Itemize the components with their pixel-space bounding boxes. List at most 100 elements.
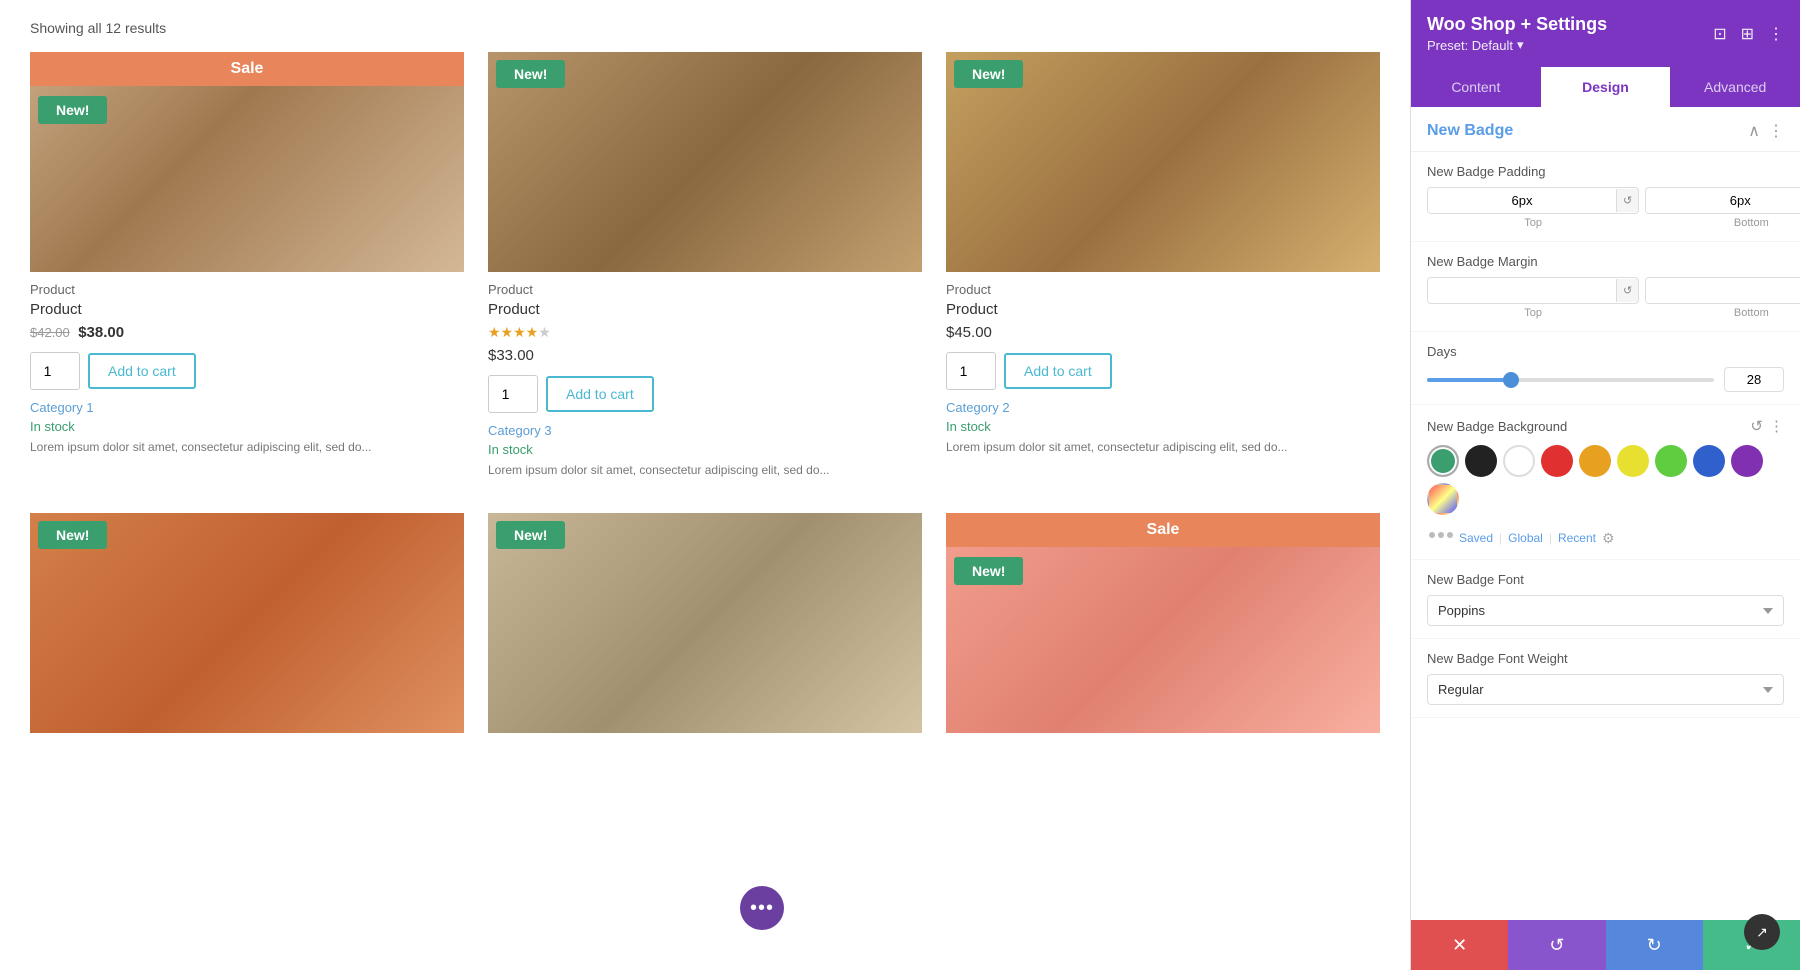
panel-icon-more[interactable]: ⋮ (1768, 24, 1784, 44)
new-badge-4: New! (38, 521, 107, 549)
color-tab-saved[interactable]: Saved (1453, 529, 1499, 547)
padding-bottom-input[interactable] (1646, 188, 1800, 213)
in-stock-2: In stock (488, 442, 922, 457)
panel-preset[interactable]: Preset: Default ▾ (1427, 37, 1607, 53)
tab-content[interactable]: Content (1411, 67, 1541, 107)
tab-design[interactable]: Design (1541, 67, 1671, 107)
cancel-button[interactable]: ✕ (1411, 920, 1508, 970)
days-slider[interactable] (1427, 378, 1714, 382)
undo-button[interactable]: ↺ (1508, 920, 1605, 970)
category-link-2[interactable]: Category 3 (488, 423, 922, 438)
price-3: $45.00 (946, 324, 992, 341)
font-select[interactable]: Poppins Open Sans Roboto Lato Montserrat (1427, 595, 1784, 626)
in-stock-1: In stock (30, 419, 464, 434)
add-to-cart-btn-1[interactable]: Add to cart (88, 353, 196, 389)
padding-top-input-row: ↺ (1427, 187, 1639, 214)
margin-top-input[interactable] (1428, 278, 1616, 303)
section-collapse-icon[interactable]: ∧ (1748, 121, 1760, 141)
new-badge-section-header: New Badge ∧ ⋮ (1411, 107, 1800, 152)
description-2: Lorem ipsum dolor sit amet, consectetur … (488, 461, 922, 479)
add-to-cart-btn-3[interactable]: Add to cart (1004, 353, 1112, 389)
swatch-blue[interactable] (1693, 445, 1725, 477)
cancel-icon: ✕ (1452, 935, 1467, 956)
category-link-3[interactable]: Category 2 (946, 400, 1380, 415)
new-badge-padding-group: New Badge Padding ↺ Top ↺ Bottom (1411, 152, 1800, 242)
dot-2 (1438, 532, 1444, 538)
color-settings-icon[interactable]: ⚙ (1602, 530, 1615, 547)
dot-1 (1429, 532, 1435, 538)
swatch-green[interactable] (1427, 445, 1459, 477)
redo-button[interactable]: ↻ (1606, 920, 1703, 970)
add-to-cart-btn-2[interactable]: Add to cart (546, 376, 654, 412)
new-badge-6: New! (954, 557, 1023, 585)
qty-input-2[interactable] (488, 375, 538, 413)
price-wrap-1: $42.00 $38.00 (30, 324, 464, 342)
floating-menu-dots: ••• (750, 897, 774, 920)
panel-actions: ✕ ↺ ↻ ✓ (1411, 920, 1800, 970)
product-image-5: New! (488, 513, 922, 733)
swatch-gradient[interactable] (1427, 483, 1459, 515)
results-count: Showing all 12 results (30, 20, 1380, 36)
font-weight-select[interactable]: Regular Bold Italic Light (1427, 674, 1784, 705)
margin-inputs: ↺ Top ↺ Bottom ↺ Left (1427, 277, 1784, 319)
floating-menu-button[interactable]: ••• (740, 886, 784, 930)
swatch-orange[interactable] (1579, 445, 1611, 477)
add-to-cart-row-2: Add to cart (488, 375, 922, 413)
price-wrap-2: $33.00 (488, 347, 922, 365)
section-more-icon[interactable]: ⋮ (1768, 121, 1784, 141)
qty-input-3[interactable] (946, 352, 996, 390)
new-badge-margin-group: New Badge Margin ↺ Top ↺ Bottom (1411, 242, 1800, 332)
padding-top-input[interactable] (1428, 188, 1616, 213)
color-reset-icon[interactable]: ↺ (1750, 417, 1763, 435)
color-tab-recent[interactable]: Recent (1552, 529, 1602, 547)
product-card-2: New! Product Product ★★★★★ $33.00 Add to… (488, 52, 922, 489)
swatch-yellow[interactable] (1617, 445, 1649, 477)
panel-header-left: Woo Shop + Settings Preset: Default ▾ (1427, 14, 1607, 53)
settings-panel: Woo Shop + Settings Preset: Default ▾ ⊡ … (1410, 0, 1800, 970)
qty-input-1[interactable] (30, 352, 80, 390)
swatch-lime[interactable] (1655, 445, 1687, 477)
panel-header-icons: ⊡ ⊞ ⋮ (1713, 24, 1784, 44)
corner-navigation-icon[interactable]: ↗ (1744, 914, 1780, 950)
swatch-black[interactable] (1465, 445, 1497, 477)
swatch-white[interactable] (1503, 445, 1535, 477)
color-more-dots[interactable] (1429, 532, 1453, 538)
panel-icon-target[interactable]: ⊡ (1713, 24, 1726, 44)
padding-top-unit[interactable]: ↺ (1616, 189, 1638, 212)
color-more-icon[interactable]: ⋮ (1769, 417, 1784, 435)
in-stock-3: In stock (946, 419, 1380, 434)
corner-icon-symbol: ↗ (1756, 924, 1768, 941)
slider-row (1427, 367, 1784, 392)
new-badge-1: New! (38, 96, 107, 124)
margin-top-unit[interactable]: ↺ (1616, 279, 1638, 302)
product-card-3: New! Product Product $45.00 Add to cart … (946, 52, 1380, 489)
product-info-1: Product Product $42.00 $38.00 Add to car… (30, 272, 464, 466)
preset-label: Preset: Default (1427, 38, 1513, 53)
product-card: Sale New! Product Product $42.00 $38.00 … (30, 52, 464, 489)
new-badge-3: New! (954, 60, 1023, 88)
color-tabs: Saved | Global | Recent ⚙ (1453, 529, 1615, 547)
padding-bottom-input-row: ↺ (1645, 187, 1800, 214)
color-tab-global[interactable]: Global (1502, 529, 1549, 547)
color-section-header: New Badge Background ↺ ⋮ (1427, 417, 1784, 435)
swatch-red[interactable] (1541, 445, 1573, 477)
background-label: New Badge Background (1427, 419, 1742, 434)
price-old-1: $42.00 (30, 325, 70, 340)
swatch-purple[interactable] (1731, 445, 1763, 477)
new-badge-5: New! (496, 521, 565, 549)
product-grid: Sale New! Product Product $42.00 $38.00 … (30, 52, 1380, 733)
product-info-3: Product Product $45.00 Add to cart Categ… (946, 272, 1380, 466)
padding-top-label: Top (1524, 217, 1542, 229)
category-link-1[interactable]: Category 1 (30, 400, 464, 415)
tab-advanced[interactable]: Advanced (1670, 67, 1800, 107)
days-value-input[interactable] (1724, 367, 1784, 392)
badge-font-weight-group: New Badge Font Weight Regular Bold Itali… (1411, 639, 1800, 718)
padding-top-group: ↺ Top (1427, 187, 1639, 229)
undo-icon: ↺ (1549, 935, 1564, 956)
product-name-1: Product (30, 301, 464, 318)
preset-arrow: ▾ (1517, 37, 1524, 53)
sale-banner-6: Sale (946, 513, 1380, 547)
panel-icon-grid[interactable]: ⊞ (1741, 24, 1754, 44)
margin-bottom-input[interactable] (1646, 278, 1800, 303)
color-swatches (1427, 445, 1784, 515)
